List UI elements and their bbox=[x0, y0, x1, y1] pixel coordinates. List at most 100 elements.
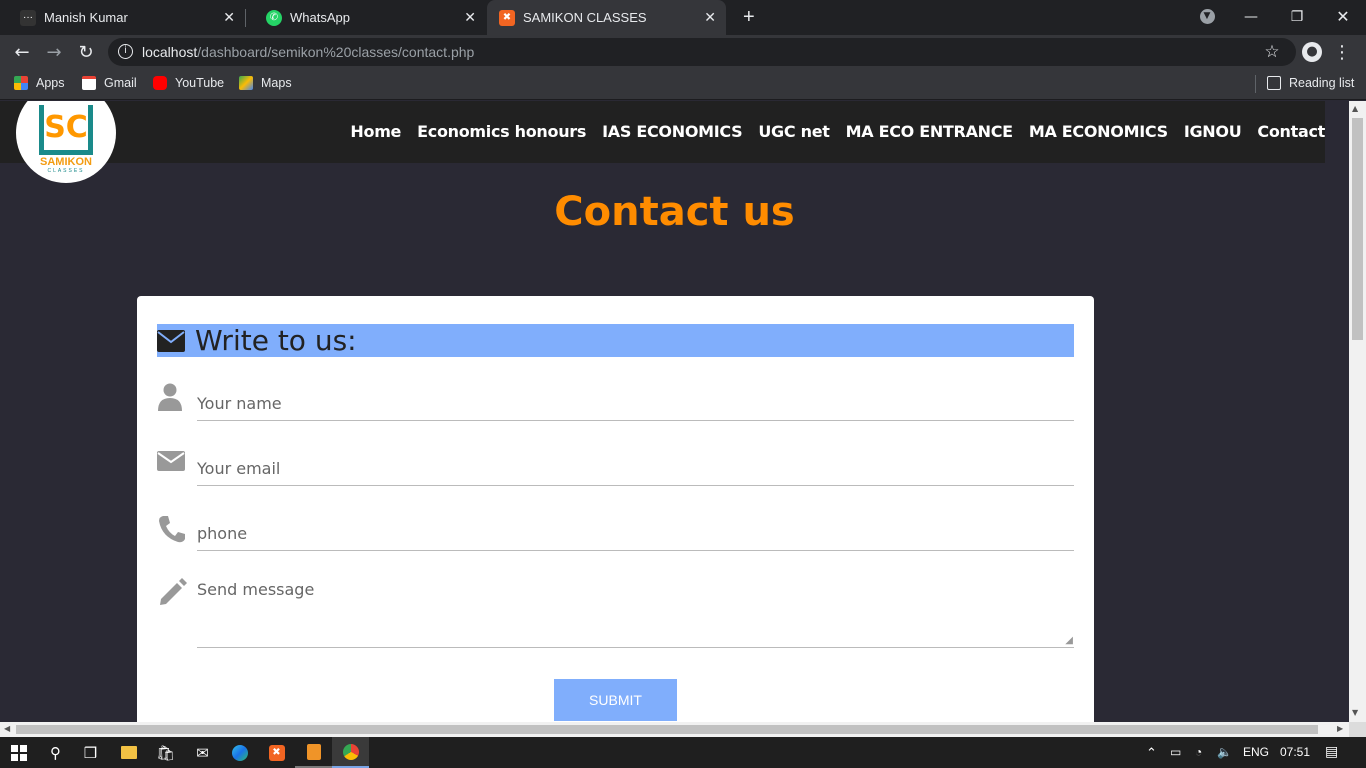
vertical-scroll-thumb[interactable] bbox=[1352, 118, 1363, 340]
resize-handle-icon[interactable]: ◢ bbox=[1065, 635, 1073, 646]
scroll-down-icon[interactable]: ▼ bbox=[1352, 708, 1358, 717]
reload-icon[interactable]: ↻ bbox=[76, 42, 96, 63]
message-textarea[interactable]: Send message ◢ bbox=[197, 580, 1074, 648]
tab-title: SAMIKON CLASSES bbox=[523, 10, 647, 25]
nav-ignou[interactable]: IGNOU bbox=[1184, 122, 1242, 141]
phone-icon bbox=[159, 516, 185, 543]
nav-ma-eco-entrance[interactable]: MA ECO ENTRANCE bbox=[846, 122, 1014, 141]
window-close-icon[interactable]: ✕ bbox=[1320, 0, 1366, 33]
start-windows-icon[interactable] bbox=[0, 737, 37, 768]
reading-list-button[interactable]: Reading list bbox=[1267, 76, 1354, 90]
task-view-icon[interactable]: ❒ bbox=[72, 737, 109, 768]
nav-ugc-net[interactable]: UGC net bbox=[758, 122, 830, 141]
bookmark-label: Gmail bbox=[104, 76, 137, 90]
email-placeholder: Your email bbox=[197, 459, 281, 478]
url-path: /dashboard/semikon%20classes/contact.php bbox=[197, 44, 475, 60]
reading-list-label: Reading list bbox=[1289, 76, 1355, 90]
edge-icon[interactable] bbox=[221, 737, 258, 768]
email-field[interactable]: Your email bbox=[197, 459, 1074, 486]
envelope-icon bbox=[157, 451, 185, 471]
search-icon[interactable]: ⚲ bbox=[37, 737, 74, 768]
close-icon[interactable]: ✕ bbox=[464, 9, 476, 26]
bookmark-gmail[interactable]: Gmail bbox=[82, 76, 137, 90]
form-title-bar: Write to us: bbox=[157, 324, 1074, 357]
file-explorer-icon[interactable] bbox=[110, 737, 147, 768]
profile-icon[interactable]: ● bbox=[1302, 42, 1322, 62]
scroll-left-icon[interactable]: ◀ bbox=[4, 724, 10, 733]
close-icon[interactable]: ✕ bbox=[223, 9, 235, 26]
chrome-icon[interactable] bbox=[332, 737, 369, 768]
new-tab-button[interactable]: + bbox=[733, 0, 763, 35]
logo-subtext: CLASSES bbox=[47, 167, 85, 174]
tab-search-icon[interactable]: ▼ bbox=[1184, 0, 1230, 33]
site-favicon-icon: ··· bbox=[20, 9, 36, 26]
url-host: localhost bbox=[142, 44, 198, 60]
bookmark-apps[interactable]: Apps bbox=[14, 76, 65, 90]
nav-ias-economics[interactable]: IAS ECONOMICS bbox=[602, 122, 743, 141]
phone-field[interactable]: phone bbox=[197, 524, 1074, 551]
pencil-icon bbox=[160, 578, 187, 605]
url-text[interactable]: localhost/dashboard/semikon%20classes/co… bbox=[142, 44, 474, 60]
tab-title: WhatsApp bbox=[290, 10, 350, 25]
close-icon[interactable]: ✕ bbox=[704, 9, 716, 26]
battery-icon[interactable]: ▭ bbox=[1170, 745, 1181, 759]
horizontal-scroll-thumb[interactable] bbox=[16, 725, 1318, 734]
store-icon[interactable]: 🛍 bbox=[147, 737, 184, 768]
tab-title: Manish Kumar bbox=[44, 10, 128, 25]
web-page: SC SAMIKON CLASSES Home Economics honour… bbox=[0, 101, 1349, 722]
tab-manish-kumar[interactable]: ··· Manish Kumar ✕ bbox=[0, 0, 245, 35]
tray-chevron-icon[interactable]: ⌃ bbox=[1146, 745, 1157, 761]
bookmark-maps[interactable]: Maps bbox=[239, 76, 292, 90]
mail-icon[interactable]: ✉ bbox=[184, 737, 221, 768]
logo-mark: SC bbox=[39, 104, 93, 155]
phone-placeholder: phone bbox=[197, 524, 248, 543]
bookmark-youtube[interactable]: YouTube bbox=[153, 76, 224, 90]
message-placeholder: Send message bbox=[197, 580, 315, 599]
whatsapp-icon: ✆ bbox=[266, 9, 282, 26]
main-menu: Home Economics honours IAS ECONOMICS UGC… bbox=[350, 122, 1325, 141]
logo-text: SAMIKON bbox=[40, 155, 92, 168]
minimize-icon[interactable]: — bbox=[1228, 0, 1274, 33]
page-title: Contact us bbox=[554, 189, 795, 235]
nav-contact[interactable]: Contact bbox=[1257, 122, 1325, 141]
user-icon bbox=[158, 383, 182, 411]
bookmark-label: YouTube bbox=[175, 76, 225, 90]
apps-grid-icon bbox=[14, 76, 28, 90]
bookmark-label: Apps bbox=[36, 76, 65, 90]
scroll-up-icon[interactable]: ▲ bbox=[1352, 104, 1358, 113]
menu-kebab-icon[interactable]: ⋮ bbox=[1332, 42, 1352, 63]
site-info-icon[interactable]: i bbox=[118, 44, 133, 59]
youtube-icon bbox=[153, 76, 167, 90]
sublime-icon[interactable] bbox=[295, 737, 332, 768]
wifi-icon[interactable]: ◔ bbox=[1195, 745, 1202, 759]
volume-icon[interactable]: 🔈 bbox=[1217, 745, 1232, 759]
clock[interactable]: 07:51 bbox=[1280, 745, 1310, 759]
forward-icon[interactable]: → bbox=[44, 42, 64, 63]
scroll-corner bbox=[1349, 722, 1366, 737]
contact-form-card: Write to us: Your name Your email phone bbox=[137, 296, 1094, 722]
name-placeholder: Your name bbox=[197, 394, 282, 413]
bookmark-star-icon[interactable]: ☆ bbox=[1262, 42, 1282, 62]
form-title: Write to us: bbox=[195, 324, 357, 357]
nav-home[interactable]: Home bbox=[350, 122, 401, 141]
submit-button[interactable]: SUBMIT bbox=[554, 679, 677, 721]
language-indicator[interactable]: ENG bbox=[1243, 745, 1269, 759]
restore-icon[interactable]: ❐ bbox=[1274, 0, 1320, 33]
xampp-taskbar-icon[interactable]: ✖ bbox=[258, 737, 295, 768]
nav-economics-honours[interactable]: Economics honours bbox=[417, 122, 586, 141]
xampp-icon: ✖ bbox=[499, 9, 515, 26]
bookmark-label: Maps bbox=[261, 76, 292, 90]
tab-whatsapp[interactable]: ✆ WhatsApp ✕ bbox=[246, 0, 486, 35]
gmail-icon bbox=[82, 76, 96, 90]
divider bbox=[1255, 75, 1256, 93]
nav-ma-economics[interactable]: MA ECONOMICS bbox=[1029, 122, 1168, 141]
tab-samikon-classes[interactable]: ✖ SAMIKON CLASSES ✕ bbox=[487, 0, 726, 35]
envelope-icon bbox=[157, 329, 185, 352]
back-icon[interactable]: ← bbox=[12, 42, 32, 63]
name-field[interactable]: Your name bbox=[197, 394, 1074, 421]
scroll-right-icon[interactable]: ▶ bbox=[1337, 724, 1343, 733]
site-logo[interactable]: SC SAMIKON CLASSES bbox=[16, 101, 116, 183]
reading-list-icon bbox=[1267, 76, 1281, 90]
notifications-icon[interactable]: ▤ bbox=[1325, 743, 1338, 760]
maps-icon bbox=[239, 76, 253, 90]
